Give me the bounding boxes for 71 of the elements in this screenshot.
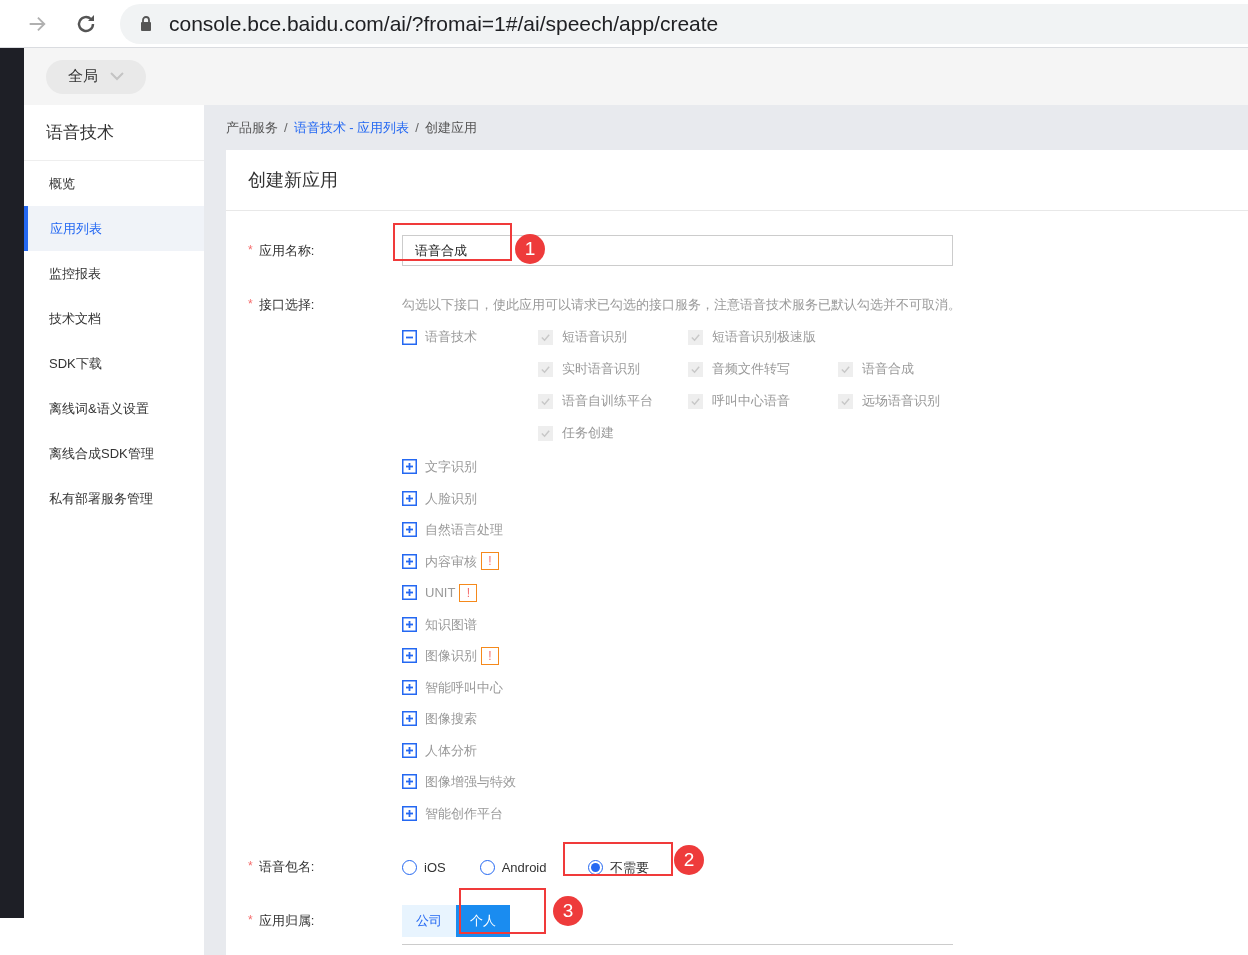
expand-icon[interactable]: [402, 774, 417, 790]
interface-category[interactable]: 图像搜索: [425, 709, 477, 729]
warning-badge: !: [481, 646, 499, 665]
required-asterisk: *: [248, 858, 253, 875]
expand-icon[interactable]: [402, 585, 417, 601]
segment-button[interactable]: 个人: [456, 905, 510, 937]
collapse-icon[interactable]: [402, 329, 417, 345]
interface-category[interactable]: 人体分析: [425, 740, 477, 760]
form-title: 创建新应用: [226, 150, 1248, 211]
warning-badge: !: [481, 552, 499, 571]
sidebar-item[interactable]: 离线词&语义设置: [24, 386, 204, 431]
checkbox-label: 远场语音识别: [862, 392, 940, 411]
sidebar-item[interactable]: 私有部署服务管理: [24, 476, 204, 521]
interface-category[interactable]: UNIT: [425, 583, 456, 603]
radio-label: Android: [501, 859, 547, 878]
sidebar-item[interactable]: 技术文档: [24, 296, 204, 341]
interface-category[interactable]: 智能呼叫中心: [425, 677, 503, 697]
checkbox-label: 任务创建: [562, 424, 614, 443]
field-label: 应用归属:: [258, 912, 315, 930]
scope-dropdown[interactable]: 全局: [46, 59, 146, 94]
address-bar[interactable]: console.bce.baidu.com/ai/?fromai=1#/ai/speech/app/create: [120, 3, 1248, 44]
checkbox-label: 短语音识别: [562, 328, 627, 347]
expand-icon[interactable]: [402, 459, 417, 475]
lock-icon: [140, 16, 152, 31]
expand-icon[interactable]: [402, 553, 417, 569]
interface-hint: 勾选以下接口，使此应用可以请求已勾选的接口服务，注意语音技术服务已默认勾选并不可取消。: [402, 296, 962, 314]
expand-icon[interactable]: [402, 679, 417, 695]
checkbox-label: 实时语音识别: [562, 360, 640, 379]
sidebar-item[interactable]: SDK下载: [24, 341, 204, 386]
breadcrumb-separator: /: [415, 118, 419, 137]
expand-icon[interactable]: [402, 648, 417, 664]
sidebar-item[interactable]: 应用列表: [24, 206, 204, 251]
warning-badge: !: [459, 583, 478, 602]
required-asterisk: *: [248, 242, 253, 259]
sidebar-item[interactable]: 监控报表: [24, 251, 204, 296]
checkbox-label: 呼叫中心语音: [712, 392, 790, 411]
interface-category[interactable]: 语音技术: [425, 327, 477, 347]
interface-category[interactable]: 智能创作平台: [425, 803, 503, 823]
expand-icon[interactable]: [402, 490, 417, 506]
radio-label: 不需要: [610, 859, 650, 878]
interface-category[interactable]: 文字识别: [425, 457, 477, 477]
breadcrumb-item: 产品服务: [226, 118, 278, 137]
breadcrumb-link[interactable]: 语音技术 - 应用列表: [293, 117, 410, 138]
field-label: 接口选择:: [258, 296, 315, 314]
interface-category[interactable]: 知识图谱: [425, 614, 477, 634]
interface-category[interactable]: 图像识别: [425, 646, 477, 666]
sidebar-item[interactable]: 概览: [24, 161, 204, 206]
expand-icon[interactable]: [402, 616, 417, 632]
field-label: 语音包名:: [258, 858, 315, 876]
url-text: console.bce.baidu.com/ai/?fromai=1#/ai/speech/app/create: [169, 10, 719, 37]
expand-icon[interactable]: [402, 742, 417, 758]
interface-category[interactable]: 人脸识别: [425, 488, 477, 508]
checkbox-label: 短语音识别极速版: [712, 328, 816, 347]
expand-icon[interactable]: [402, 805, 417, 821]
breadcrumb-separator: /: [284, 118, 288, 137]
checkbox-label: 语音合成: [862, 360, 914, 379]
chevron-down-icon: [110, 72, 124, 81]
required-asterisk: *: [248, 296, 253, 313]
field-label: 应用名称:: [258, 242, 315, 260]
sidebar-item[interactable]: 离线合成SDK管理: [24, 431, 204, 476]
breadcrumb-item: 创建应用: [424, 118, 477, 137]
interface-category[interactable]: 自然语言处理: [425, 520, 503, 540]
checkbox-label: 音频文件转写: [712, 360, 790, 379]
segment-button[interactable]: 公司: [402, 905, 456, 937]
required-asterisk: *: [248, 912, 253, 929]
checkbox-label: 语音自训练平台: [562, 392, 653, 411]
interface-category[interactable]: 内容审核: [425, 551, 477, 571]
expand-icon[interactable]: [402, 711, 417, 727]
expand-icon[interactable]: [402, 522, 417, 538]
radio-label: iOS: [424, 859, 446, 878]
interface-category[interactable]: 图像增强与特效: [425, 772, 516, 792]
